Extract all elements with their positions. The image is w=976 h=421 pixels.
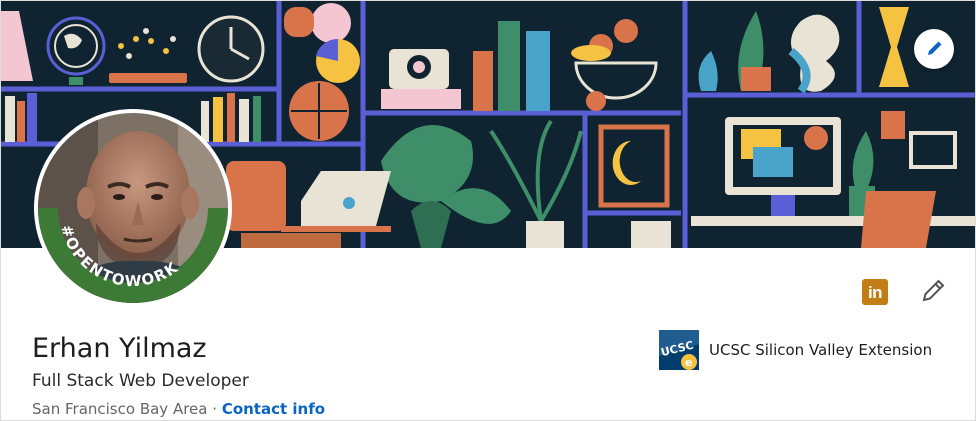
separator: · [212, 400, 218, 418]
profile-card: #OPENTOWORK in Erhan Yilmaz Full Stack W… [0, 0, 976, 421]
profile-location: San Francisco Bay Area [32, 400, 208, 418]
pencil-icon [920, 278, 946, 308]
edit-banner-button[interactable] [914, 29, 954, 69]
profile-name: Erhan Yilmaz [32, 333, 207, 364]
contact-info-link[interactable]: Contact info [222, 400, 325, 418]
school-logo-badge: e [685, 356, 692, 369]
education-entry[interactable]: UCSC e UCSC Silicon Valley Extension [659, 330, 932, 370]
avatar[interactable]: #OPENTOWORK [38, 113, 228, 303]
linkedin-label: in [867, 282, 883, 302]
pencil-icon [925, 40, 943, 58]
profile-headline: Full Stack Web Developer [32, 371, 249, 391]
edit-intro-button[interactable] [917, 277, 949, 309]
linkedin-icon[interactable]: in [862, 279, 888, 305]
profile-photo-frame[interactable]: #OPENTOWORK [34, 109, 232, 307]
school-logo: UCSC e [659, 330, 699, 370]
school-name: UCSC Silicon Valley Extension [709, 341, 933, 359]
avatar-image: #OPENTOWORK [38, 113, 228, 303]
location-line: San Francisco Bay Area · Contact info [32, 398, 325, 420]
